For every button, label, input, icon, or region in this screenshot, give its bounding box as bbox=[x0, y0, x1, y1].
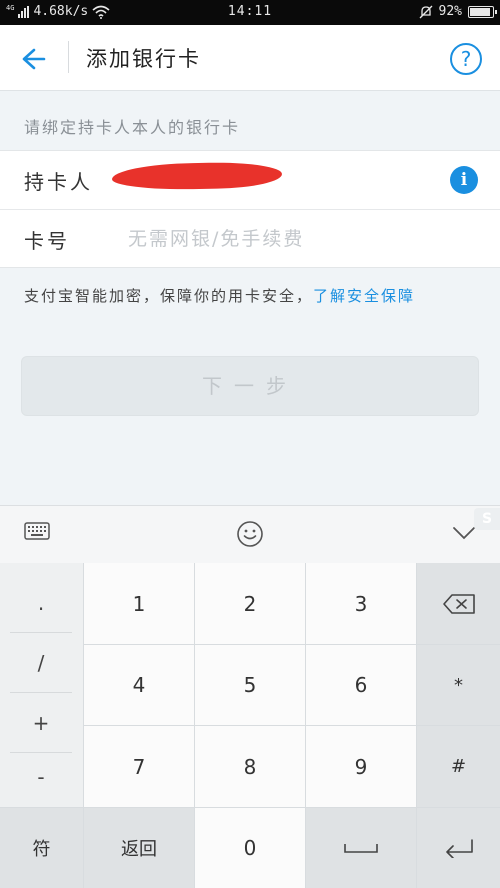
page-title: 添加银行卡 bbox=[86, 47, 201, 71]
key-hash[interactable]: # bbox=[417, 726, 500, 807]
security-notice: 支付宝智能加密，保障你的用卡安全，了解安全保障 bbox=[24, 285, 484, 307]
card-form: 持卡人 i 卡号 bbox=[0, 150, 500, 268]
card-number-row: 卡号 bbox=[0, 210, 500, 269]
input-method-badge-icon: S bbox=[474, 508, 500, 530]
header-divider bbox=[68, 41, 69, 73]
key-2[interactable]: 2 bbox=[195, 563, 305, 644]
enter-key[interactable] bbox=[417, 808, 500, 888]
key-8[interactable]: 8 bbox=[195, 726, 305, 807]
info-icon[interactable]: i bbox=[450, 166, 478, 194]
keyboard-icon[interactable] bbox=[24, 520, 50, 542]
key-6[interactable]: 6 bbox=[306, 645, 416, 725]
help-icon[interactable]: ? bbox=[450, 43, 482, 75]
key-5[interactable]: 5 bbox=[195, 645, 305, 725]
key-1[interactable]: 1 bbox=[84, 563, 194, 644]
status-bar: 4G 4.68k/s 14:11 92% bbox=[0, 0, 500, 25]
symbol-key[interactable]: . bbox=[10, 573, 72, 633]
battery-fill bbox=[470, 7, 491, 16]
enter-icon bbox=[445, 839, 473, 858]
battery-percent: 92% bbox=[438, 4, 462, 19]
back-arrow-icon[interactable] bbox=[18, 44, 48, 74]
security-notice-text: 支付宝智能加密，保障你的用卡安全， bbox=[24, 287, 314, 305]
backspace-key[interactable] bbox=[417, 563, 500, 644]
bind-hint: 请绑定持卡人本人的银行卡 bbox=[24, 118, 241, 137]
cardholder-label: 持卡人 bbox=[24, 170, 93, 194]
symbol-key[interactable]: / bbox=[10, 633, 72, 693]
return-key[interactable]: 返回 bbox=[84, 808, 194, 888]
mute-icon bbox=[419, 5, 432, 18]
backspace-icon bbox=[442, 593, 475, 614]
key-4[interactable]: 4 bbox=[84, 645, 194, 725]
battery-icon bbox=[468, 5, 497, 18]
key-9[interactable]: 9 bbox=[306, 726, 416, 807]
redacted-cardholder-name bbox=[111, 161, 283, 191]
next-button[interactable]: 下一步 bbox=[21, 356, 479, 416]
key-asterisk[interactable]: * bbox=[417, 645, 500, 725]
key-7[interactable]: 7 bbox=[84, 726, 194, 807]
keyboard-toolbar: S bbox=[0, 505, 500, 563]
key-0[interactable]: 0 bbox=[195, 808, 305, 888]
numeric-keyboard: . / + - 1 2 3 4 5 6 * 7 8 9 # 符 返回 0 bbox=[0, 563, 500, 888]
emoji-icon[interactable] bbox=[236, 520, 264, 548]
cardholder-row: 持卡人 i bbox=[0, 151, 500, 210]
security-link[interactable]: 了解安全保障 bbox=[313, 287, 415, 305]
space-icon bbox=[344, 844, 378, 853]
app-header: 添加银行卡 ? bbox=[0, 25, 500, 91]
card-number-input[interactable] bbox=[128, 221, 468, 257]
status-right: 92% bbox=[419, 4, 497, 19]
symbol-key[interactable]: - bbox=[10, 747, 72, 807]
space-key[interactable] bbox=[306, 808, 416, 888]
chevron-down-icon[interactable] bbox=[452, 526, 476, 540]
symbols-key[interactable]: 符 bbox=[0, 808, 83, 888]
key-3[interactable]: 3 bbox=[306, 563, 416, 644]
card-number-label: 卡号 bbox=[24, 229, 70, 253]
symbol-key[interactable]: + bbox=[10, 693, 72, 753]
symbol-column: . / + - bbox=[0, 563, 83, 807]
